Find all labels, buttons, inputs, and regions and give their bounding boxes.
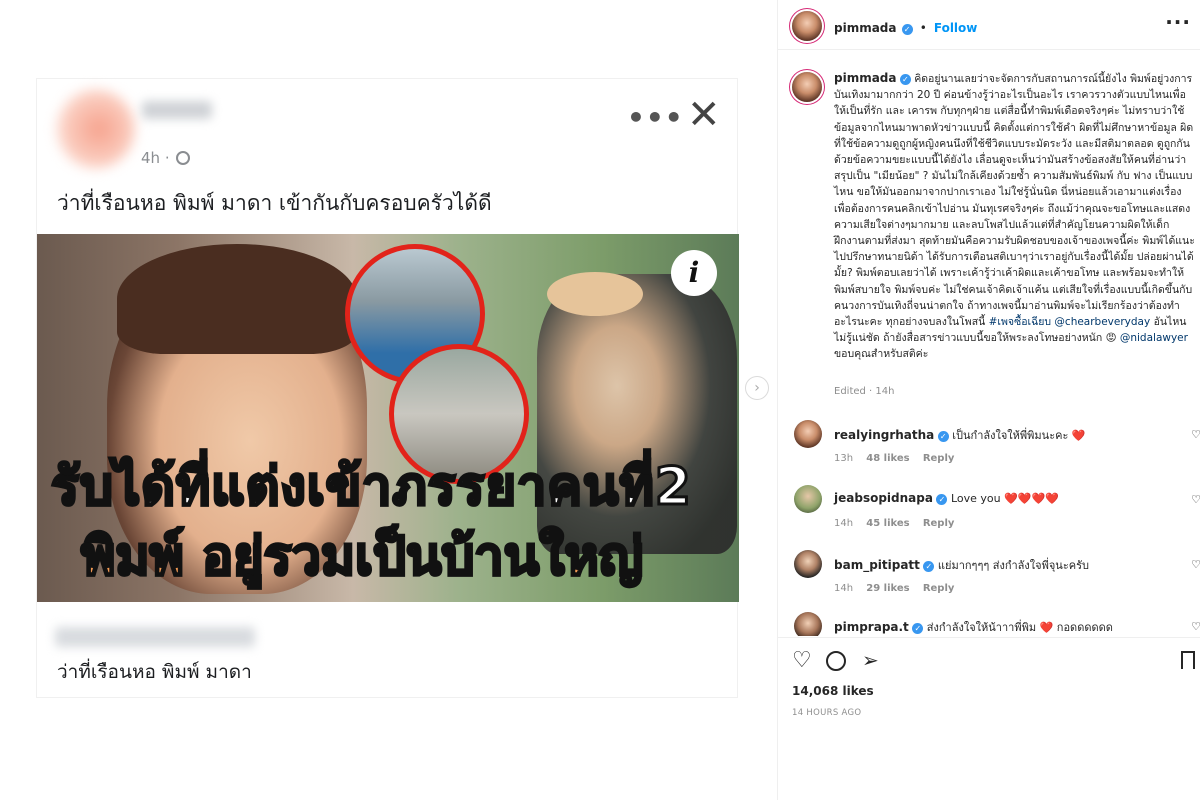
comment-line: bam_pitipatt ✓ แย่มากๆๆๆ ส่งกำลังใจพี่จุ…	[834, 556, 1089, 574]
heart-emoji: ❤️	[1039, 621, 1054, 634]
blurred-page-name	[142, 101, 212, 119]
post-media[interactable]: 4h · ••• ✕ ว่าที่เรือนหอ พิมพ์ มาดา เข้า…	[0, 0, 777, 800]
caption-avatar[interactable]	[792, 72, 822, 102]
commenter-username[interactable]: bam_pitipatt	[834, 558, 920, 572]
close-icon: ✕	[687, 92, 721, 138]
likes-count[interactable]: 14,068 likes	[792, 684, 874, 698]
comment-icon[interactable]	[826, 651, 846, 671]
angry-emoji: 😡	[1105, 332, 1117, 345]
blurred-avatar	[55, 89, 135, 169]
author-username[interactable]: pimmada	[834, 21, 897, 35]
post-timestamp: 14 HOURS AGO	[792, 708, 862, 718]
more-options-icon: •••	[627, 101, 684, 134]
like-comment-heart-icon[interactable]: ♡	[1191, 620, 1200, 633]
fb-link-title: ว่าที่เรือนหอ พิมพ์ มาดา	[57, 661, 252, 683]
verified-badge-icon: ✓	[936, 494, 948, 505]
reply-button[interactable]: Reply	[923, 518, 955, 529]
separator-dot: •	[919, 21, 927, 35]
hair	[117, 244, 357, 354]
verified-badge-icon: ✓	[912, 623, 924, 634]
verified-badge-icon: ✓	[899, 74, 911, 85]
fb-headline: ว่าที่เรือนหอ พิมพ์ มาดา เข้ากันกับครอบค…	[57, 191, 492, 215]
comment-likes[interactable]: 29 likes	[866, 583, 909, 594]
comment-text: ส่งกำลังใจให้น้าาาพี่พิม	[926, 621, 1037, 634]
commenter-username[interactable]: realyingrhatha	[834, 428, 934, 442]
edited-label: Edited · 14h	[834, 386, 895, 397]
fb-post-meta: 4h ·	[141, 149, 190, 167]
post-caption: pimmada ✓ คิดอยู่นานเลยว่าจะจัดการกับสถา…	[834, 70, 1196, 363]
like-comment-heart-icon[interactable]: ♡	[1191, 428, 1200, 441]
comment-item: bam_pitipatt ✓ แย่มากๆๆๆ ส่งกำลังใจพี่จุ…	[778, 550, 1200, 614]
heart-emoji: ❤️	[1071, 429, 1086, 442]
next-slide-button[interactable]: ›	[745, 376, 769, 400]
bookmark-icon[interactable]	[1181, 651, 1195, 669]
commenter-avatar[interactable]	[794, 420, 822, 448]
commenter-avatar[interactable]	[794, 612, 822, 636]
commenter-avatar[interactable]	[794, 485, 822, 513]
like-comment-heart-icon[interactable]: ♡	[1191, 558, 1200, 571]
header-user-row: pimmada ✓ • Follow	[834, 17, 977, 36]
comment-line: realyingrhatha ✓ เป็นกำลังใจให้พี่พิมนะค…	[834, 426, 1086, 444]
info-icon: i	[671, 250, 717, 296]
comment-text: Love you	[950, 492, 1005, 505]
post-header: pimmada ✓ • Follow ···	[778, 0, 1200, 50]
caption-text-3: ขอบคุณสำหรับสติค่ะ	[834, 348, 929, 361]
commenter-avatar[interactable]	[794, 550, 822, 578]
comment-line: jeabsopidnapa ✓ Love you ❤️❤️❤️❤️	[834, 491, 1059, 505]
post-side-panel: pimmada ✓ • Follow ··· pimmada ✓ คิดอยู่…	[777, 0, 1200, 800]
comment-text: เป็นกำลังใจให้พี่พิมนะคะ	[952, 429, 1072, 442]
verified-badge-icon: ✓	[901, 24, 913, 35]
author-avatar[interactable]	[792, 11, 822, 41]
comment-time: 14h	[834, 518, 854, 529]
caption-username[interactable]: pimmada	[834, 71, 897, 85]
commenter-username[interactable]: pimprapa.t	[834, 620, 909, 634]
verified-badge-icon: ✓	[937, 431, 949, 442]
comment-text-after: กอดดดดดด	[1056, 621, 1113, 634]
more-options-icon[interactable]: ···	[1165, 10, 1191, 34]
comment-time: 14h	[834, 583, 854, 594]
comment-likes[interactable]: 48 likes	[866, 453, 909, 464]
comment-text: แย่มากๆๆๆ ส่งกำลังใจพี่จุนะครับ	[937, 559, 1089, 572]
comment-meta: 13h 48 likes Reply	[834, 453, 954, 464]
caption-text: คิดอยู่นานเลยว่าจะจัดการกับสถานการณ์นี้ย…	[834, 73, 1195, 329]
like-heart-icon[interactable]: ♡	[792, 650, 812, 672]
mention-link[interactable]: @chearbeveryday	[1054, 316, 1150, 328]
hashtag-link[interactable]: #เพจซื้อเฉียบ	[989, 316, 1051, 328]
comment-meta: 14h 29 likes Reply	[834, 583, 954, 594]
comment-time: 13h	[834, 453, 854, 464]
comment-line: pimprapa.t ✓ ส่งกำลังใจให้น้าาาพี่พิม ❤️…	[834, 618, 1113, 636]
reply-button[interactable]: Reply	[923, 453, 955, 464]
heart-emoji: ❤️❤️❤️❤️	[1004, 492, 1059, 505]
sun-hat	[547, 272, 643, 316]
comment-item: realyingrhatha ✓ เป็นกำลังใจให้พี่พิมนะค…	[778, 420, 1200, 484]
comment-likes[interactable]: 45 likes	[866, 518, 909, 529]
mention-link[interactable]: @nidalawyer	[1120, 332, 1188, 344]
comment-item: jeabsopidnapa ✓ Love you ❤️❤️❤️❤️ 14h 45…	[778, 485, 1200, 549]
blurred-link-domain	[55, 627, 255, 647]
commenter-username[interactable]: jeabsopidnapa	[834, 491, 933, 505]
verified-badge-icon: ✓	[923, 561, 935, 572]
news-thumbnail: i รับได้ที่แต่งเข้าภรรยาคนที่2 พิมพ์ อยู…	[37, 234, 739, 602]
thumbnail-headline-line2: พิมพ์ อยู่รวมเป็นบ้านใหญ่	[79, 526, 644, 589]
globe-icon	[175, 151, 190, 165]
comment-meta: 14h 45 likes Reply	[834, 518, 954, 529]
share-icon[interactable]: ➢	[862, 650, 879, 670]
post-actions-bar: ♡ ➢	[778, 637, 1200, 683]
facebook-post-screenshot: 4h · ••• ✕ ว่าที่เรือนหอ พิมพ์ มาดา เข้า…	[36, 78, 739, 698]
comment-item: pimprapa.t ✓ ส่งกำลังใจให้น้าาาพี่พิม ❤️…	[778, 612, 1200, 636]
reply-button[interactable]: Reply	[923, 583, 955, 594]
follow-button[interactable]: Follow	[934, 21, 978, 35]
fb-post-time: 4h ·	[141, 149, 170, 167]
like-comment-heart-icon[interactable]: ♡	[1191, 493, 1200, 506]
